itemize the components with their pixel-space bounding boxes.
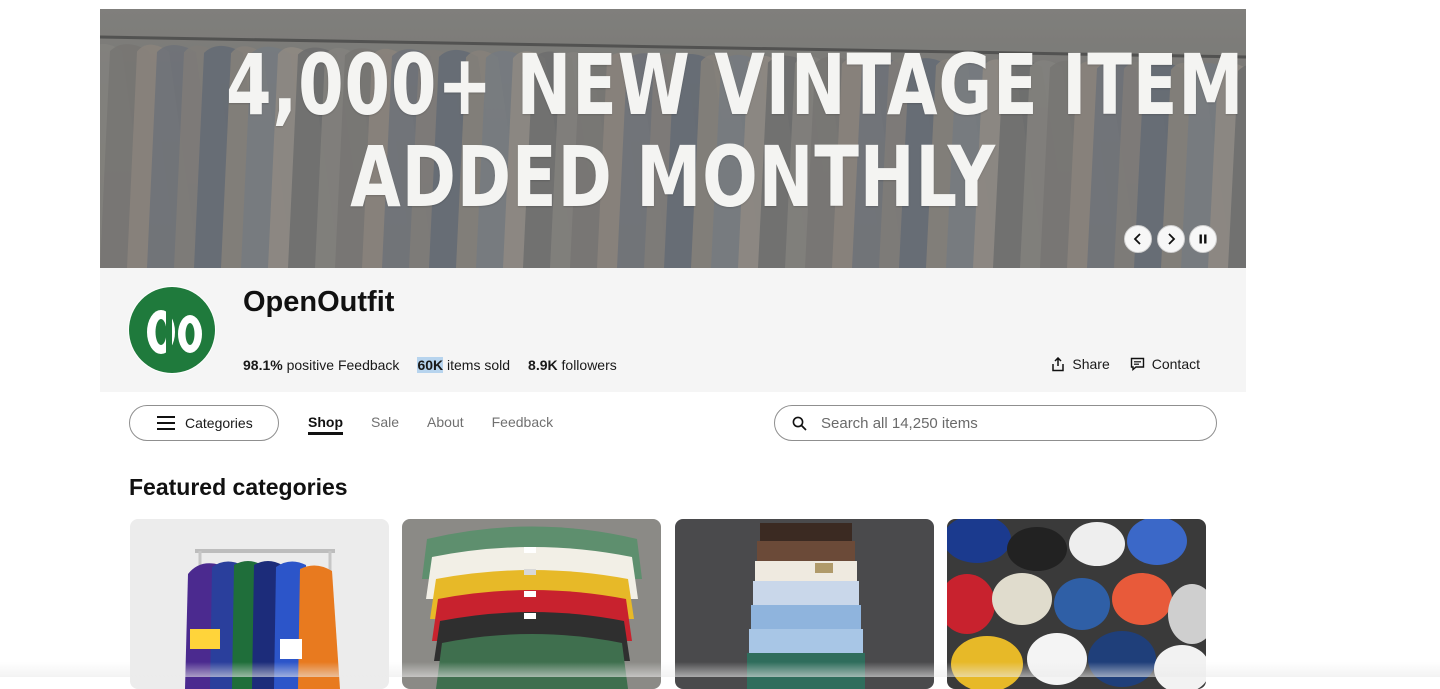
banner-headline-line2: ADDED MONTHLY bbox=[350, 128, 996, 226]
tab-shop[interactable]: Shop bbox=[308, 414, 343, 435]
carousel-pause-button[interactable] bbox=[1189, 225, 1217, 253]
bottom-fade bbox=[0, 662, 1440, 677]
items-sold-value: 60K bbox=[417, 357, 444, 373]
search-input[interactable] bbox=[819, 413, 1193, 433]
feedback-stat[interactable]: 98.1% positive Feedback bbox=[243, 357, 399, 373]
contact-button[interactable]: Contact bbox=[1130, 356, 1200, 372]
pause-icon bbox=[1199, 234, 1207, 244]
tab-feedback[interactable]: Feedback bbox=[492, 414, 553, 435]
chevron-left-icon bbox=[1133, 233, 1141, 245]
contact-label: Contact bbox=[1151, 356, 1200, 372]
tab-sale[interactable]: Sale bbox=[371, 414, 399, 435]
menu-icon bbox=[157, 416, 175, 430]
message-icon bbox=[1130, 357, 1144, 371]
share-label: Share bbox=[1072, 356, 1110, 372]
categories-label: Categories bbox=[185, 415, 253, 431]
store-tabs: Shop Sale About Feedback bbox=[308, 414, 553, 435]
store-search bbox=[774, 405, 1217, 441]
share-icon bbox=[1052, 356, 1065, 371]
search-icon bbox=[792, 416, 807, 431]
featured-title: Featured categories bbox=[129, 474, 348, 500]
banner-headline-line1: 4,000+ NEW VINTAGE ITEMS bbox=[226, 36, 1246, 134]
items-sold-stat: 60K items sold bbox=[417, 357, 510, 373]
followers-value: 8.9K bbox=[528, 357, 558, 373]
categories-button[interactable]: Categories bbox=[129, 405, 279, 441]
store-stats: 98.1% positive Feedback 60K items sold 8… bbox=[243, 357, 617, 373]
followers-stat: 8.9K followers bbox=[528, 357, 617, 373]
header-actions: Share Contact bbox=[1051, 356, 1200, 372]
carousel-prev-button[interactable] bbox=[1124, 225, 1152, 253]
feedback-value: 98.1% bbox=[243, 357, 283, 373]
hero-banner: 4,000+ NEW VINTAGE ITEMS ADDED MONTHLY bbox=[100, 9, 1246, 268]
store-name[interactable]: OpenOutfit bbox=[243, 286, 394, 319]
followers-label: followers bbox=[561, 357, 617, 373]
feedback-label: positive Feedback bbox=[286, 357, 400, 373]
items-sold-label: items sold bbox=[447, 357, 511, 373]
carousel-next-button[interactable] bbox=[1157, 225, 1185, 253]
store-header: OpenOutfit 98.1% positive Feedback 60K i… bbox=[100, 268, 1246, 392]
chevron-right-icon bbox=[1168, 233, 1176, 245]
store-logo[interactable] bbox=[128, 286, 216, 374]
banner-headline: 4,000+ NEW VINTAGE ITEMS ADDED MONTHLY bbox=[226, 36, 1246, 226]
share-button[interactable]: Share bbox=[1051, 356, 1110, 372]
tab-about[interactable]: About bbox=[427, 414, 464, 435]
store-logo-icon bbox=[129, 287, 215, 373]
